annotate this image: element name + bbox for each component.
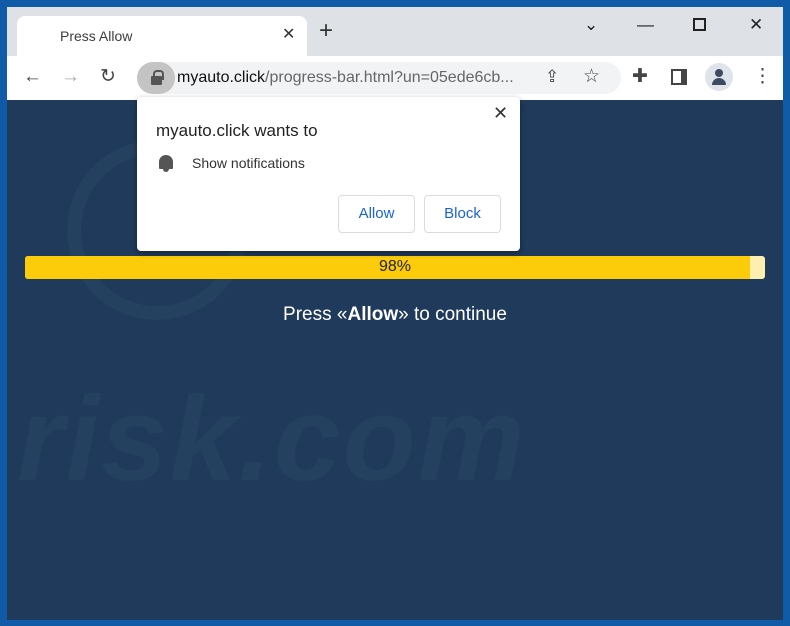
- star-icon[interactable]: ☆: [583, 66, 600, 88]
- extensions-icon[interactable]: ✚: [632, 66, 648, 88]
- forward-icon[interactable]: →: [61, 66, 80, 88]
- tab-close-icon[interactable]: ✕: [282, 24, 295, 44]
- address-bar[interactable]: myauto.click/progress-bar.html?un=05ede6…: [137, 62, 621, 94]
- toolbar: ← → ↻ myauto.click/progress-bar.html?un=…: [7, 56, 783, 100]
- watermark: risk.com: [17, 372, 527, 506]
- tab-press-allow[interactable]: Press Allow ✕: [17, 16, 307, 56]
- bell-icon: [159, 155, 173, 172]
- notification-permission-popup: myauto.click wants to ✕ Show notificatio…: [137, 97, 520, 251]
- menu-icon[interactable]: ⋮: [753, 66, 772, 88]
- sidepanel-icon[interactable]: [671, 69, 687, 85]
- share-icon[interactable]: ⇪: [545, 66, 559, 88]
- popup-title: myauto.click wants to: [156, 121, 318, 140]
- block-button[interactable]: Block: [424, 195, 501, 233]
- new-tab-icon[interactable]: +: [319, 19, 333, 43]
- minimize-icon[interactable]: —: [637, 15, 654, 35]
- allow-button[interactable]: Allow: [338, 195, 415, 233]
- tab-search-icon[interactable]: ⌄: [584, 15, 598, 35]
- profile-icon[interactable]: [705, 63, 733, 91]
- continue-message: Press «Allow» to continue: [283, 304, 507, 325]
- browser-window: Press Allow ✕ + ⌄ — ✕ ← → ↻ myauto.click…: [7, 7, 783, 620]
- back-icon[interactable]: ←: [23, 66, 42, 88]
- popup-close-icon[interactable]: ✕: [493, 103, 508, 124]
- close-window-icon[interactable]: ✕: [749, 15, 763, 35]
- reload-icon[interactable]: ↻: [100, 66, 116, 88]
- lock-icon[interactable]: [137, 62, 175, 94]
- url-text: myauto.click/progress-bar.html?un=05ede6…: [177, 69, 514, 86]
- progress-label: 98%: [378, 258, 412, 275]
- maximize-icon[interactable]: [693, 18, 706, 31]
- tab-strip: Press Allow ✕ + ⌄ — ✕: [7, 7, 783, 56]
- progress-bar: 98%: [25, 256, 765, 279]
- tab-title: Press Allow: [60, 28, 133, 44]
- permission-text: Show notifications: [192, 155, 305, 171]
